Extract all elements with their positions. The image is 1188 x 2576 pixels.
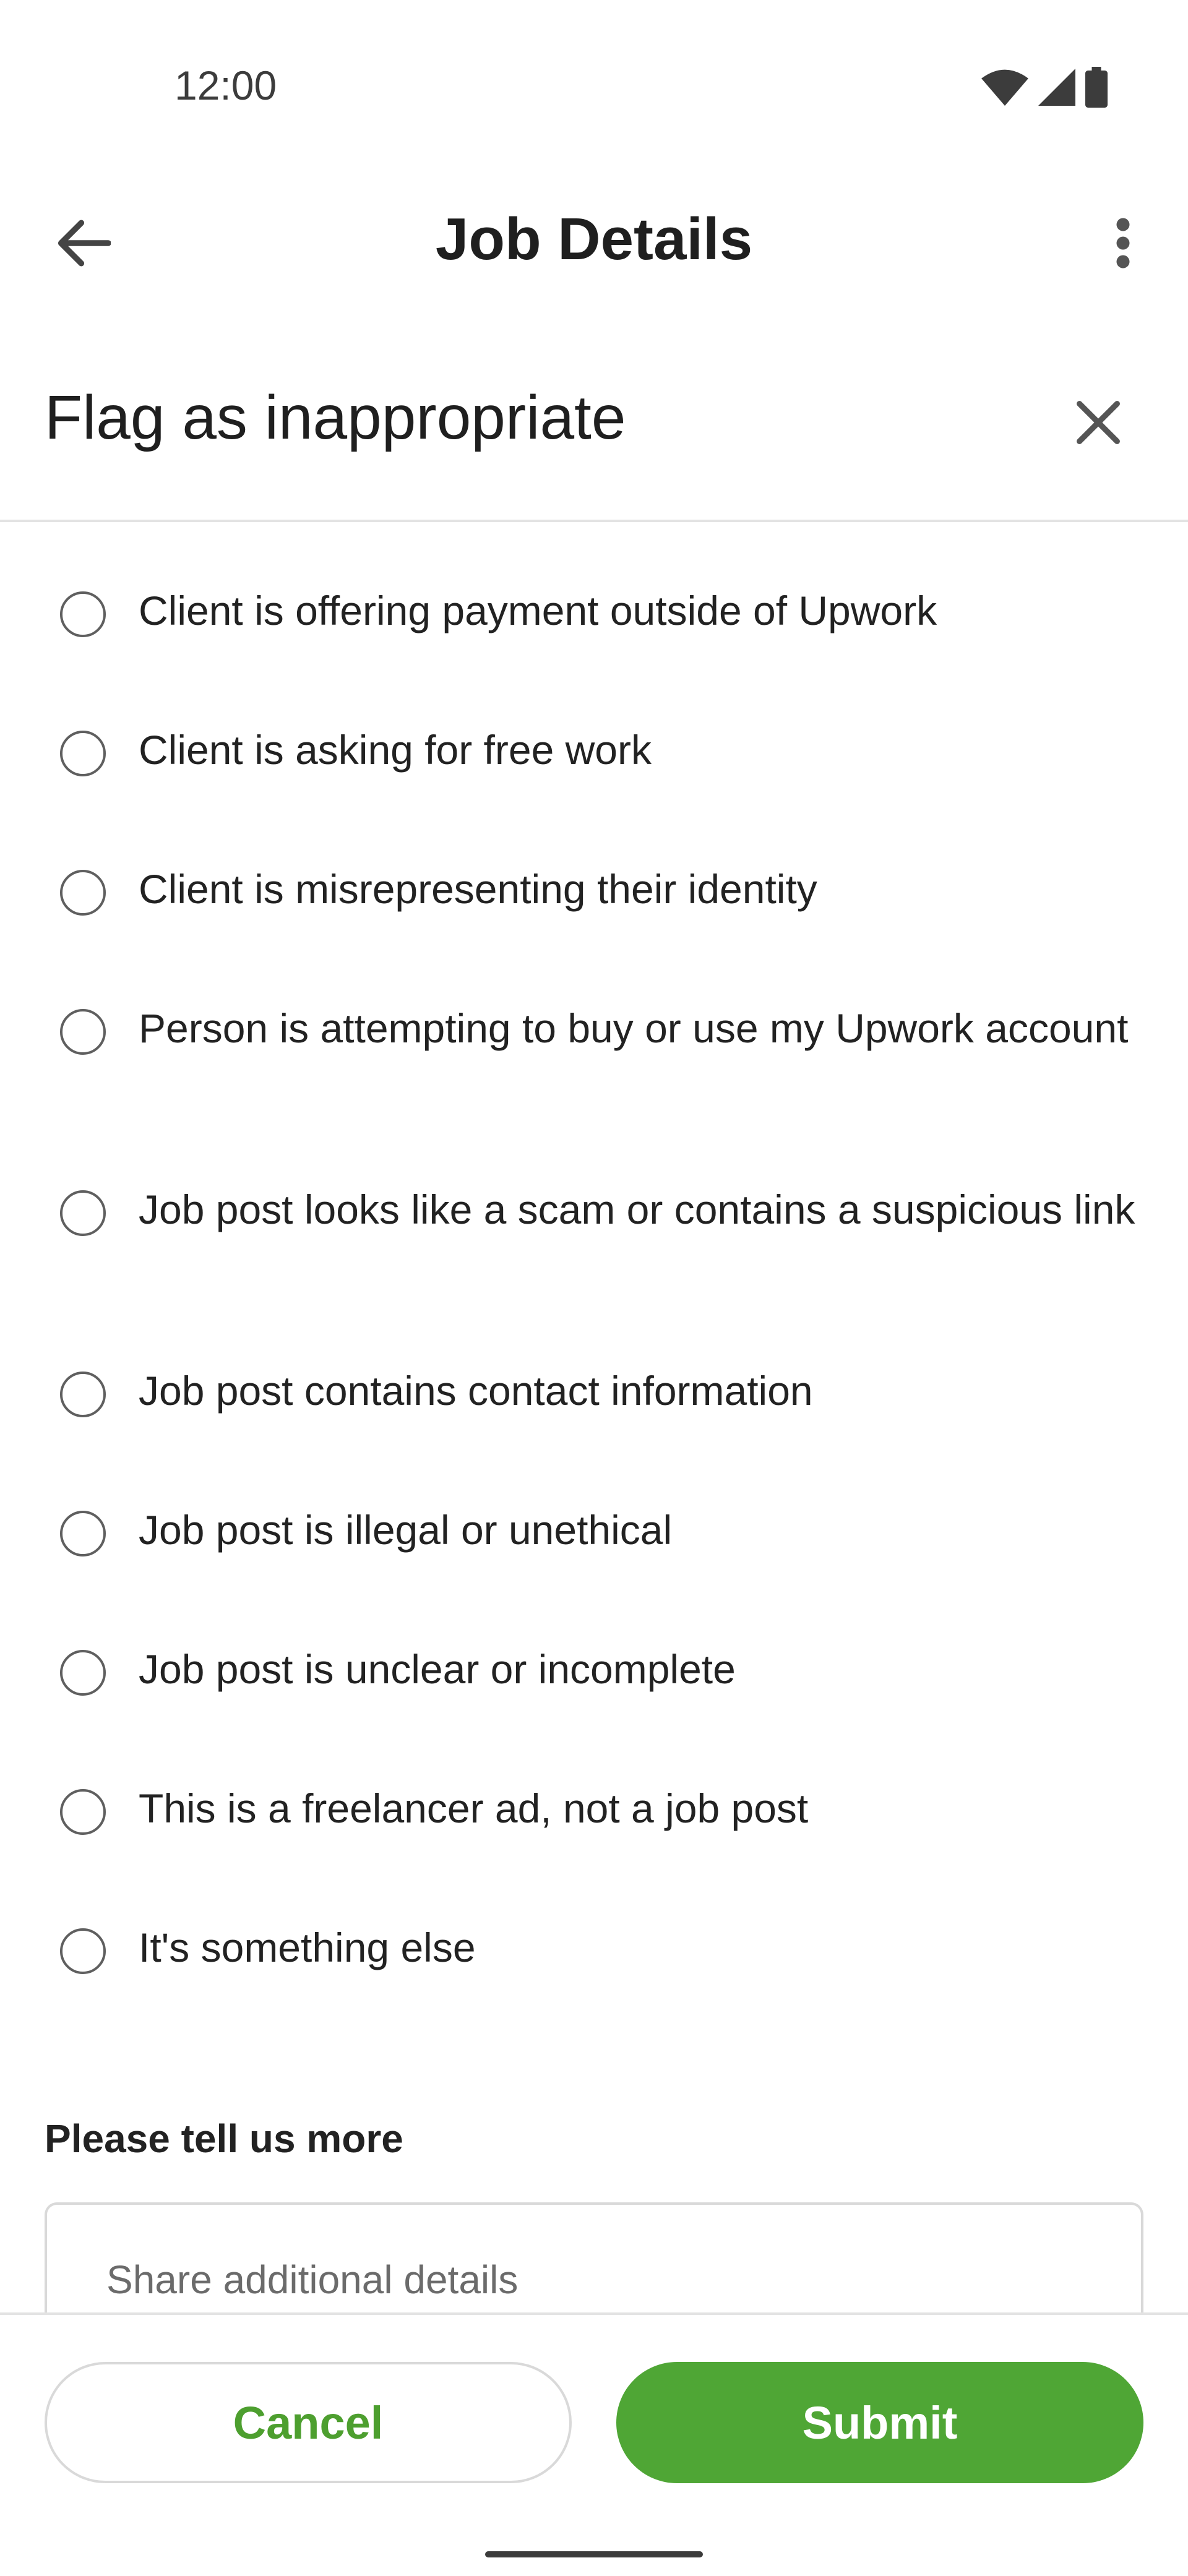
status-time: 12:00 [174,62,277,108]
battery-icon [1085,67,1108,111]
option-label: Job post is unclear or incomplete [139,1646,736,1692]
radio-button[interactable] [60,1511,106,1556]
status-icons [981,67,1108,111]
status-bar: 12:00 [0,0,1188,124]
option-label: Job post is illegal or unethical [139,1507,673,1553]
radio-button[interactable] [60,1009,106,1055]
radio-button[interactable] [60,1190,106,1236]
wifi-icon [981,69,1028,109]
close-icon [1075,399,1122,449]
option-label: This is a freelancer ad, not a job post [139,1785,809,1831]
home-indicator[interactable] [485,2551,703,2557]
cancel-button[interactable]: Cancel [45,2362,572,2483]
radio-button[interactable] [60,731,106,776]
option-label: Client is misrepresenting their identity [139,866,817,912]
option-label: Job post contains contact information [139,1368,813,1414]
sheet-title: Flag as inappropriate [45,383,626,452]
app-bar: Job Details [0,167,1188,303]
more-vertical-icon [1116,217,1130,272]
option-label: Client is asking for free work [139,727,652,773]
radio-button[interactable] [60,1789,106,1835]
submit-button[interactable]: Submit [616,2362,1143,2483]
close-button[interactable] [1058,384,1138,464]
radio-button[interactable] [60,1650,106,1696]
radio-button[interactable] [60,591,106,637]
sheet-header: Flag as inappropriate [0,346,1188,522]
radio-button[interactable] [60,1372,106,1417]
option-label: Client is offering payment outside of Up… [139,588,937,633]
cellular-signal-icon [1038,69,1075,109]
page-title: Job Details [435,206,753,272]
radio-button[interactable] [60,870,106,916]
radio-button[interactable] [60,1928,106,1974]
details-label: Please tell us more [45,2116,403,2161]
details-textarea[interactable]: Share additional details [45,2202,1143,2326]
footer-actions: Cancel Submit [0,2312,1188,2576]
option-label: It's something else [139,1925,476,1970]
option-label: Person is attempting to buy or use my Up… [139,1005,1129,1051]
details-placeholder: Share additional details [106,2257,519,2302]
option-label: Job post looks like a scam or contains a… [139,1187,1135,1232]
more-options-button[interactable] [1083,204,1163,285]
